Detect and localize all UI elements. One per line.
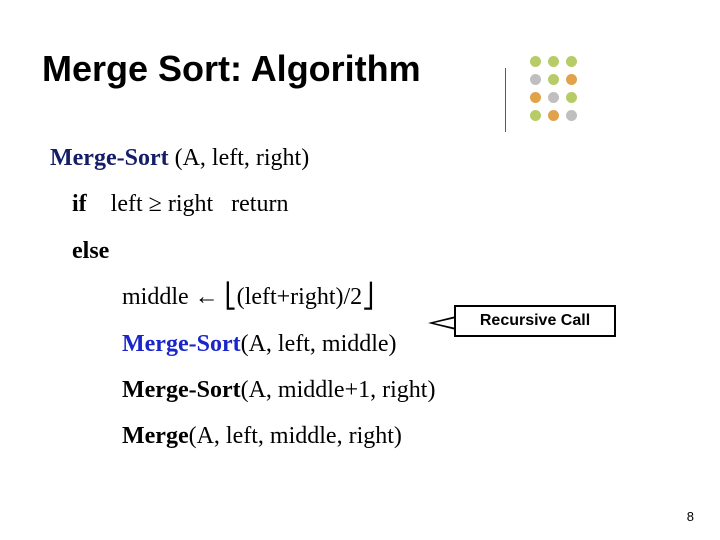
call3-name: Merge (122, 423, 189, 449)
decoration-dot (548, 74, 559, 85)
assign-text: middle ← ⎣(left+right)/2⎦ (122, 284, 374, 310)
decoration-dot (566, 110, 577, 121)
decoration-dot (566, 56, 577, 67)
decoration-dot (530, 92, 541, 103)
algorithm-block: Merge-Sort (A, left, right) if left ≥ ri… (50, 128, 670, 453)
decoration-dot (548, 92, 559, 103)
call1-args: (A, left, middle) (241, 331, 397, 357)
fn-args: (A, left, right) (169, 145, 310, 171)
slide: Merge Sort: Algorithm Merge-Sort (A, lef… (0, 0, 720, 540)
algo-call3-line: Merge(A, left, middle, right) (122, 420, 670, 452)
callout-box: Recursive Call (454, 305, 616, 337)
fn-name: Merge-Sort (50, 145, 169, 171)
call1-name: Merge-Sort (122, 331, 241, 357)
callout-text: Recursive Call (480, 312, 590, 329)
kw-else: else (72, 238, 109, 264)
kw-return: return (231, 191, 288, 217)
page-number: 8 (687, 509, 694, 524)
algo-call2-line: Merge-Sort(A, middle+1, right) (122, 374, 670, 406)
decoration-dot (566, 74, 577, 85)
decoration-vline (505, 68, 506, 132)
decoration-dot (530, 74, 541, 85)
algo-else-line: else (72, 235, 670, 267)
if-cond: left ≥ right (111, 191, 213, 217)
call2-args: (A, middle+1, right) (241, 377, 436, 403)
kw-if: if (72, 191, 87, 217)
call2-name: Merge-Sort (122, 377, 241, 403)
callout-arrow-inner (434, 318, 456, 328)
decoration-dot (530, 110, 541, 121)
algo-header: Merge-Sort (A, left, right) (50, 142, 670, 174)
decoration-dot (548, 110, 559, 121)
decoration-dot (530, 56, 541, 67)
decoration-dot (566, 92, 577, 103)
algo-if-line: if left ≥ right return (72, 188, 670, 220)
slide-title: Merge Sort: Algorithm (42, 48, 421, 90)
decoration-dot (548, 56, 559, 67)
call3-args: (A, left, middle, right) (189, 423, 402, 449)
